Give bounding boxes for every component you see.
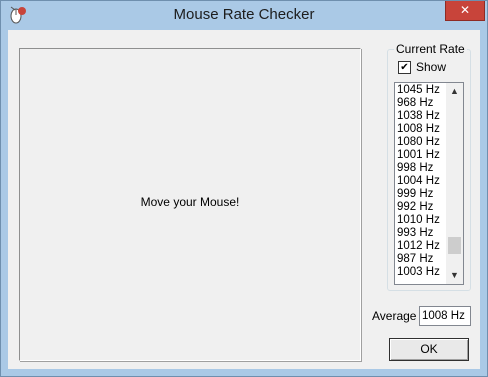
list-item[interactable]: 1003 Hz — [397, 266, 445, 279]
list-item[interactable]: 998 Hz — [397, 162, 445, 175]
current-rate-title: Current Rate — [394, 42, 467, 56]
client-area: Move your Mouse! Current Rate ✔ Show 104… — [8, 30, 480, 369]
list-item[interactable]: 999 Hz — [397, 188, 445, 201]
ok-button[interactable]: OK — [389, 338, 469, 361]
close-icon: ✕ — [459, 3, 471, 17]
list-item[interactable]: 1001 Hz — [397, 149, 445, 162]
rate-listbox[interactable]: 1045 Hz 968 Hz 1038 Hz 1008 Hz 1080 Hz 1… — [394, 82, 464, 285]
list-item[interactable]: 1004 Hz — [397, 175, 445, 188]
average-label: Average — [372, 309, 417, 323]
average-field[interactable]: 1008 Hz — [419, 306, 471, 326]
list-item[interactable]: 1008 Hz — [397, 123, 445, 136]
checkmark-icon: ✔ — [400, 62, 409, 73]
list-item[interactable]: 987 Hz — [397, 253, 445, 266]
rate-list-items: 1045 Hz 968 Hz 1038 Hz 1008 Hz 1080 Hz 1… — [397, 84, 445, 279]
show-label[interactable]: Show — [416, 60, 446, 74]
list-item[interactable]: 1010 Hz — [397, 214, 445, 227]
show-checkbox[interactable]: ✔ — [398, 61, 411, 74]
list-item[interactable]: 993 Hz — [397, 227, 445, 240]
list-item[interactable]: 1045 Hz — [397, 84, 445, 97]
scroll-thumb[interactable] — [448, 237, 461, 254]
close-button[interactable]: ✕ — [445, 1, 485, 21]
window-title: Mouse Rate Checker — [173, 6, 315, 23]
current-rate-group: Current Rate ✔ Show 1045 Hz 968 Hz 1038 … — [387, 42, 471, 291]
list-item[interactable]: 968 Hz — [397, 97, 445, 110]
list-item[interactable]: 1012 Hz — [397, 240, 445, 253]
scroll-down-icon[interactable]: ▼ — [446, 267, 463, 284]
scroll-up-icon[interactable]: ▲ — [446, 83, 463, 100]
app-window: Mouse Rate Checker ✕ Move your Mouse! Cu… — [0, 0, 488, 377]
list-item[interactable]: 1080 Hz — [397, 136, 445, 149]
mouse-prompt: Move your Mouse! — [140, 195, 240, 209]
list-item[interactable]: 992 Hz — [397, 201, 445, 214]
list-item[interactable]: 1038 Hz — [397, 110, 445, 123]
mouse-tracking-area[interactable]: Move your Mouse! — [19, 48, 361, 361]
title-bar[interactable]: Mouse Rate Checker ✕ — [1, 1, 487, 30]
vertical-scrollbar[interactable]: ▲ ▼ — [446, 83, 463, 284]
